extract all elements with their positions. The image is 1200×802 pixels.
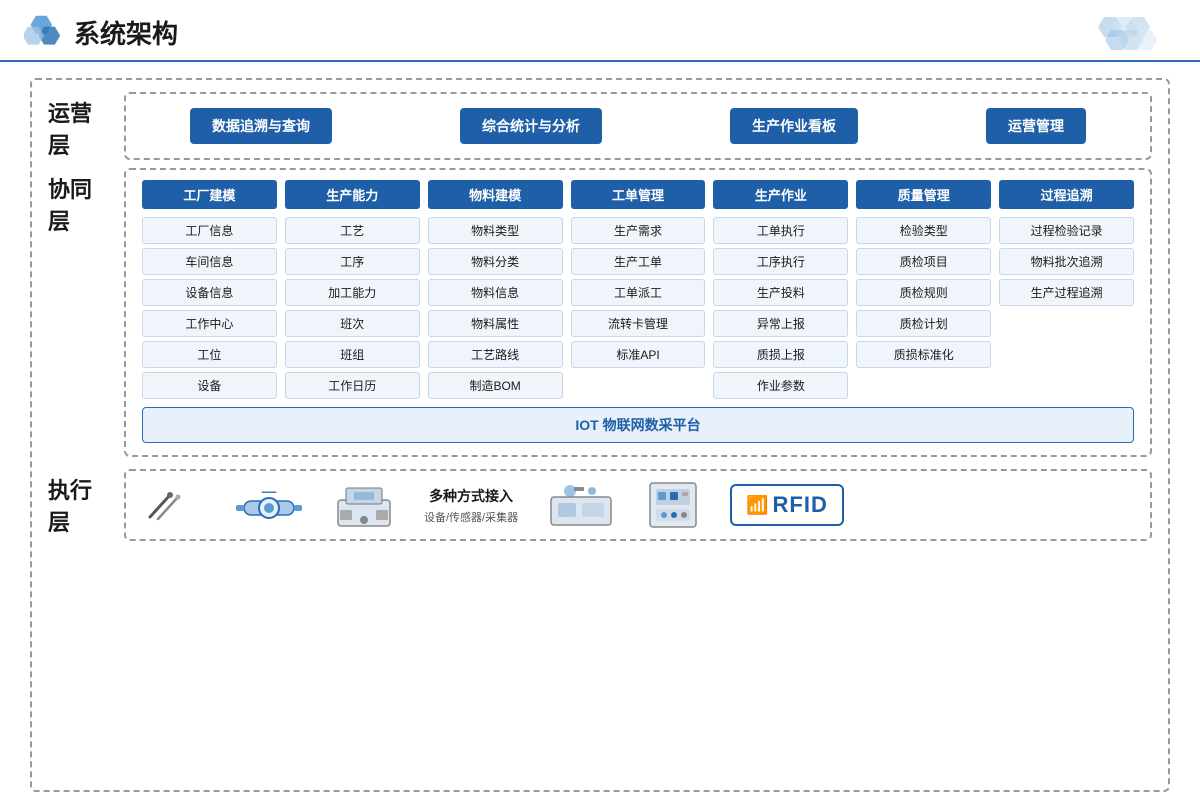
- industrial-shape-icon: [546, 481, 616, 529]
- module-item: 质检规则: [856, 279, 991, 306]
- module-item: 物料属性: [428, 310, 563, 337]
- device-cabinet: [644, 479, 702, 531]
- operations-buttons: 数据追溯与查询 综合统计与分析 生产作业看板 运营管理: [146, 108, 1130, 144]
- module-trace-header: 过程追溯: [999, 180, 1134, 209]
- module-item: 质检项目: [856, 248, 991, 275]
- module-item: 工单执行: [713, 217, 848, 244]
- module-item: 生产工单: [571, 248, 706, 275]
- module-item: 过程检验记录: [999, 217, 1134, 244]
- header-left: 系统架构: [24, 14, 178, 51]
- module-item: 工艺: [285, 217, 420, 244]
- access-main-label: 多种方式接入: [429, 486, 513, 506]
- operations-content: 数据追溯与查询 综合统计与分析 生产作业看板 运营管理: [124, 92, 1152, 160]
- module-production-ops: 生产作业 工单执行 工序执行 生产投料 异常上报 质损上报 作业参数: [713, 180, 848, 399]
- module-item: 物料信息: [428, 279, 563, 306]
- exec-layer-row: 执行层: [48, 469, 1152, 541]
- module-item: 工作中心: [142, 310, 277, 337]
- device-industrial: [546, 481, 616, 529]
- page-title: 系统架构: [74, 14, 178, 51]
- module-trace: 过程追溯 过程检验记录 物料批次追溯 生产过程追溯: [999, 180, 1134, 399]
- iot-platform-bar: IOT 物联网数采平台: [142, 407, 1134, 443]
- module-production-ops-header: 生产作业: [713, 180, 848, 209]
- device-access-label: 多种方式接入 设备/传感器/采集器: [424, 486, 518, 525]
- rfid-waves-icon: 📶: [746, 495, 768, 516]
- cabinet-shape-icon: [644, 479, 702, 531]
- module-workorder-header: 工单管理: [571, 180, 706, 209]
- module-item: 物料批次追溯: [999, 248, 1134, 275]
- device-rfid: 📶 RFID: [730, 484, 844, 526]
- sensor-shape-icon: [142, 487, 206, 523]
- logo-icon: [24, 14, 64, 50]
- module-item: 标准API: [571, 341, 706, 368]
- module-item: 班次: [285, 310, 420, 337]
- module-item: 物料类型: [428, 217, 563, 244]
- modules-grid: 工厂建模 工厂信息 车间信息 设备信息 工作中心 工位 设备 生产能力 工艺: [142, 180, 1134, 399]
- module-item: 工单派工: [571, 279, 706, 306]
- exec-box: ━━━: [124, 469, 1152, 541]
- module-item: 加工能力: [285, 279, 420, 306]
- module-production-cap-header: 生产能力: [285, 180, 420, 209]
- module-item: 工厂信息: [142, 217, 277, 244]
- collab-label: 协同层: [48, 168, 108, 236]
- ops-btn-4[interactable]: 运营管理: [986, 108, 1086, 144]
- module-item: 制造BOM: [428, 372, 563, 399]
- module-item: 作业参数: [713, 372, 848, 399]
- header: 系统架构: [0, 0, 1200, 62]
- module-item: 工位: [142, 341, 277, 368]
- collab-content: 工厂建模 工厂信息 车间信息 设备信息 工作中心 工位 设备 生产能力 工艺: [124, 168, 1152, 457]
- flowmeter-shape-icon: ━━━: [234, 483, 304, 527]
- module-item: 工序执行: [713, 248, 848, 275]
- cnc-shape-icon: [332, 480, 396, 530]
- module-item: 设备: [142, 372, 277, 399]
- rfid-badge: 📶 RFID: [730, 484, 844, 526]
- module-item: 工作日历: [285, 372, 420, 399]
- module-production-cap: 生产能力 工艺 工序 加工能力 班次 班组 工作日历: [285, 180, 420, 399]
- module-item: 生产投料: [713, 279, 848, 306]
- ops-btn-1[interactable]: 数据追溯与查询: [190, 108, 332, 144]
- module-item: 质损标准化: [856, 341, 991, 368]
- module-factory: 工厂建模 工厂信息 车间信息 设备信息 工作中心 工位 设备: [142, 180, 277, 399]
- module-item: 流转卡管理: [571, 310, 706, 337]
- module-item: 检验类型: [856, 217, 991, 244]
- module-item: 设备信息: [142, 279, 277, 306]
- module-item: 工序: [285, 248, 420, 275]
- exec-content: ━━━: [124, 469, 1152, 541]
- architecture-box: 运营层 数据追溯与查询 综合统计与分析 生产作业看板 运营管理 协同层: [30, 78, 1170, 792]
- module-material-header: 物料建模: [428, 180, 563, 209]
- module-item: 生产需求: [571, 217, 706, 244]
- module-item: 质损上报: [713, 341, 848, 368]
- svg-text:━━━: ━━━: [261, 488, 277, 497]
- module-workorder: 工单管理 生产需求 生产工单 工单派工 流转卡管理 标准API: [571, 180, 706, 399]
- module-item: 工艺路线: [428, 341, 563, 368]
- collab-box: 工厂建模 工厂信息 车间信息 设备信息 工作中心 工位 设备 生产能力 工艺: [124, 168, 1152, 457]
- module-quality: 质量管理 检验类型 质检项目 质检规则 质检计划 质损标准化: [856, 180, 991, 399]
- header-decoration: [1086, 12, 1176, 52]
- exec-devices: ━━━: [142, 479, 1134, 531]
- device-flowmeter: ━━━: [234, 483, 304, 527]
- module-item: 质检计划: [856, 310, 991, 337]
- operations-box: 数据追溯与查询 综合统计与分析 生产作业看板 运营管理: [124, 92, 1152, 160]
- module-item: 车间信息: [142, 248, 277, 275]
- module-item: 异常上报: [713, 310, 848, 337]
- operations-label: 运营层: [48, 92, 108, 160]
- module-factory-header: 工厂建模: [142, 180, 277, 209]
- module-item: 生产过程追溯: [999, 279, 1134, 306]
- exec-label: 执行层: [48, 469, 108, 537]
- device-cnc: [332, 480, 396, 530]
- module-item: 班组: [285, 341, 420, 368]
- device-sensor: [142, 487, 206, 523]
- operations-layer-row: 运营层 数据追溯与查询 综合统计与分析 生产作业看板 运营管理: [48, 92, 1152, 160]
- access-sub-label: 设备/传感器/采集器: [424, 509, 518, 525]
- module-material: 物料建模 物料类型 物料分类 物料信息 物料属性 工艺路线 制造BOM: [428, 180, 563, 399]
- module-item: 物料分类: [428, 248, 563, 275]
- rfid-label: RFID: [773, 492, 828, 518]
- main-content: 运营层 数据追溯与查询 综合统计与分析 生产作业看板 运营管理 协同层: [0, 62, 1200, 802]
- collab-layer-row: 协同层 工厂建模 工厂信息 车间信息 设备信息 工作中心 工位 设备: [48, 168, 1152, 457]
- module-quality-header: 质量管理: [856, 180, 991, 209]
- ops-btn-2[interactable]: 综合统计与分析: [460, 108, 602, 144]
- ops-btn-3[interactable]: 生产作业看板: [730, 108, 858, 144]
